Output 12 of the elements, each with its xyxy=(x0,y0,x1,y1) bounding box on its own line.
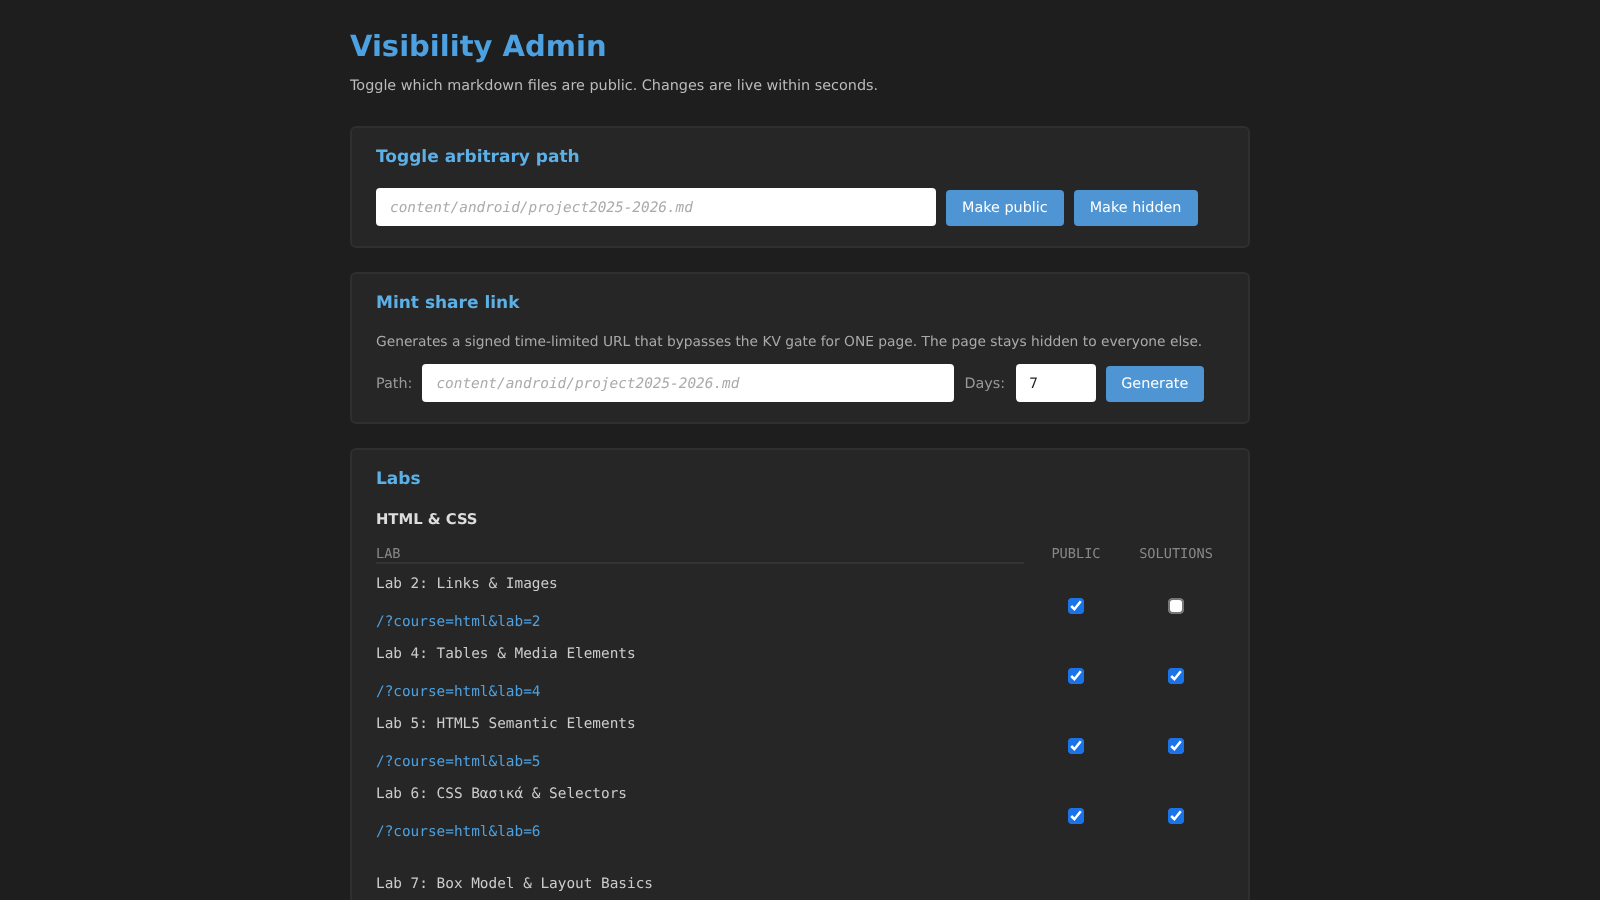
page-title: Visibility Admin xyxy=(350,32,609,64)
solutions-checkbox[interactable] xyxy=(1168,668,1184,684)
card-title: Mint share link xyxy=(376,294,522,314)
solutions-checkbox[interactable] xyxy=(1168,808,1184,824)
card-title: Toggle arbitrary path xyxy=(376,148,582,168)
solutions-checkbox[interactable] xyxy=(1168,738,1184,754)
public-checkbox[interactable] xyxy=(1068,668,1084,684)
public-checkbox[interactable] xyxy=(1068,738,1084,754)
card-title: Labs xyxy=(376,470,423,490)
solutions-checkbox[interactable] xyxy=(1168,598,1184,614)
public-checkbox[interactable] xyxy=(1068,598,1084,614)
public-checkbox[interactable] xyxy=(1068,808,1084,824)
